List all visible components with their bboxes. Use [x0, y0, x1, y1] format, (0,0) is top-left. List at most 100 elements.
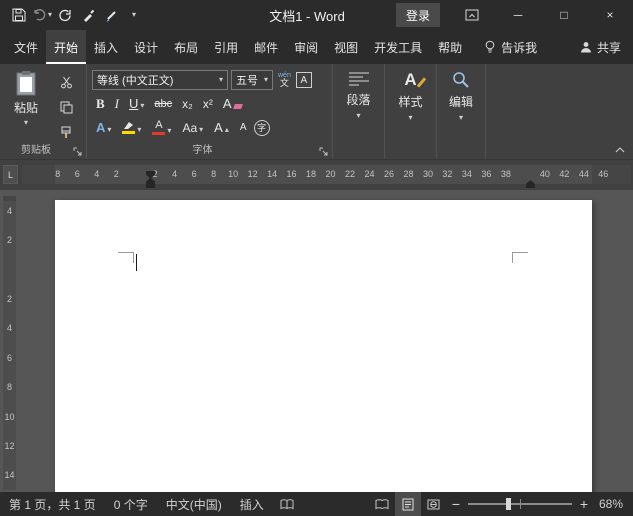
phonetic-guide-button[interactable]: wén 文 — [276, 72, 293, 88]
minimize-button[interactable]: ─ — [495, 0, 541, 30]
tell-me-button[interactable]: 告诉我 — [484, 30, 537, 64]
ruler-number: 14 — [4, 470, 15, 481]
tab-help[interactable]: 帮助 — [430, 30, 470, 64]
zoom-level[interactable]: 68% — [593, 497, 633, 511]
customize-qat-button[interactable]: ▾ — [123, 2, 145, 28]
styles-button[interactable]: A 样式 ▾ — [385, 71, 436, 122]
chevron-down-icon[interactable]: ▾ — [167, 127, 171, 135]
tab-developer[interactable]: 开发工具 — [366, 30, 430, 64]
ruler-number: 20 — [325, 169, 336, 179]
pen-tool-button[interactable] — [100, 2, 122, 28]
ruler-number: 16 — [286, 169, 297, 179]
zoom-slider-thumb[interactable] — [506, 498, 512, 510]
read-mode-button[interactable] — [369, 492, 395, 516]
zoom-slider[interactable] — [467, 492, 572, 516]
zoom-out-button[interactable]: − — [447, 496, 465, 512]
highlight-color-button[interactable]: ▾ — [118, 119, 145, 136]
tab-review[interactable]: 审阅 — [286, 30, 326, 64]
ruler-number: 24 — [364, 169, 375, 179]
copy-button[interactable] — [55, 98, 77, 116]
sign-in-button[interactable]: 登录 — [396, 3, 441, 27]
chevron-down-icon[interactable]: ▾ — [219, 76, 223, 84]
document-page[interactable] — [55, 200, 592, 492]
save-button[interactable] — [8, 2, 30, 28]
paragraph-group: 段落 ▾ — [332, 64, 384, 159]
styles-letter-glyph: A — [404, 70, 417, 89]
cut-button[interactable] — [55, 73, 77, 91]
chevron-down-icon[interactable]: ▾ — [356, 112, 360, 120]
font-group: 等线 (中文正文) ▾ 五号 ▾ wén 文 A B I U ▾ abc x₂ … — [86, 64, 332, 159]
bold-button[interactable]: B — [92, 95, 109, 112]
text-effects-button[interactable]: A ▾ — [92, 119, 115, 136]
italic-button[interactable]: I — [111, 95, 123, 112]
web-layout-button[interactable] — [421, 492, 447, 516]
paragraph-button[interactable]: 段落 ▾ — [333, 71, 384, 120]
document-area[interactable] — [0, 190, 633, 492]
tab-home[interactable]: 开始 — [46, 30, 87, 64]
print-layout-button[interactable] — [394, 492, 421, 516]
tab-mailings[interactable]: 邮件 — [246, 30, 286, 64]
copy-icon — [60, 101, 72, 113]
chevron-down-icon[interactable]: ▾ — [459, 114, 463, 122]
draw-tool-button[interactable] — [77, 2, 99, 28]
font-color-button[interactable]: A ▾ — [148, 118, 175, 137]
chevron-down-icon[interactable]: ▾ — [107, 126, 111, 134]
chevron-down-icon[interactable]: ▾ — [140, 102, 144, 110]
shrink-font-button[interactable]: A — [236, 121, 251, 135]
chevron-down-icon[interactable]: ▾ — [408, 114, 412, 122]
maximize-button[interactable]: □ — [541, 0, 587, 30]
font-size-select[interactable]: 五号 ▾ — [231, 70, 273, 90]
word-count-status[interactable]: 0 个字 — [105, 492, 157, 516]
language-status[interactable]: 中文(中国) — [157, 492, 231, 516]
quick-access-toolbar: ▾ ▾ — [0, 2, 145, 28]
tab-references[interactable]: 引用 — [206, 30, 246, 64]
zoom-in-button[interactable]: + — [575, 496, 593, 512]
close-button[interactable]: × — [587, 0, 633, 30]
subscript-button[interactable]: x₂ — [178, 96, 197, 112]
proofing-status-button[interactable] — [273, 492, 301, 516]
tab-design[interactable]: 设计 — [126, 30, 166, 64]
change-case-button[interactable]: Aa ▾ — [178, 120, 207, 136]
character-border-button[interactable]: A — [295, 72, 312, 88]
font-color-letter: A — [155, 119, 163, 131]
superscript-button[interactable]: x² — [199, 96, 217, 112]
page-number-status[interactable]: 第 1 页，共 1 页 — [0, 492, 105, 516]
undo-button[interactable]: ▾ — [31, 2, 53, 28]
horizontal-ruler[interactable]: 8 6 4 2 2 4 6 8 10 12 14 16 18 20 22 24 26 28 30 32 34 36 38 40… — [22, 165, 631, 188]
enclose-character-button[interactable]: 字 — [253, 119, 270, 136]
undo-icon — [34, 9, 46, 21]
clipboard-dialog-launcher[interactable] — [72, 146, 82, 156]
tab-file[interactable]: 文件 — [6, 30, 46, 64]
font-dialog-launcher[interactable] — [318, 146, 328, 156]
share-button[interactable]: 共享 — [580, 30, 621, 64]
paste-button[interactable]: 粘贴 ▾ — [5, 70, 47, 127]
chevron-down-icon[interactable]: ▾ — [48, 11, 52, 19]
styles-icon: A — [404, 70, 426, 89]
tab-insert[interactable]: 插入 — [86, 30, 126, 64]
chevron-down-icon[interactable]: ▾ — [199, 125, 203, 134]
grow-font-button[interactable]: A ▴ — [210, 119, 233, 136]
redo-button[interactable] — [54, 2, 76, 28]
chevron-down-icon[interactable]: ▾ — [24, 119, 28, 127]
text-effects-letter: A — [96, 120, 106, 135]
strikethrough-button[interactable]: abc — [150, 97, 176, 112]
font-row-2: B I U ▾ abc x₂ x² A — [92, 95, 246, 112]
clear-formatting-button[interactable]: A — [219, 95, 246, 112]
tab-view[interactable]: 视图 — [326, 30, 366, 64]
collapse-ribbon-button[interactable] — [615, 147, 625, 153]
chevron-down-icon[interactable]: ▾ — [137, 126, 141, 134]
format-painter-button[interactable] — [55, 123, 77, 141]
vertical-ruler[interactable]: 4 2 2 4 6 8 10 12 14 — [3, 196, 16, 490]
chevron-down-icon[interactable]: ▾ — [264, 76, 268, 84]
print-layout-icon — [402, 498, 414, 510]
editing-button[interactable]: 编辑 ▾ — [437, 71, 485, 122]
tab-layout[interactable]: 布局 — [166, 30, 206, 64]
ruler-number: 10 — [4, 411, 15, 422]
underline-button[interactable]: U ▾ — [125, 95, 148, 112]
redo-icon — [59, 9, 71, 21]
insert-mode-status[interactable]: 插入 — [231, 492, 273, 516]
ruler-number: 4 — [6, 205, 12, 216]
font-name-select[interactable]: 等线 (中文正文) ▾ — [92, 70, 228, 90]
tab-selector[interactable]: L — [3, 165, 18, 184]
ribbon-display-options-button[interactable] — [449, 0, 495, 30]
